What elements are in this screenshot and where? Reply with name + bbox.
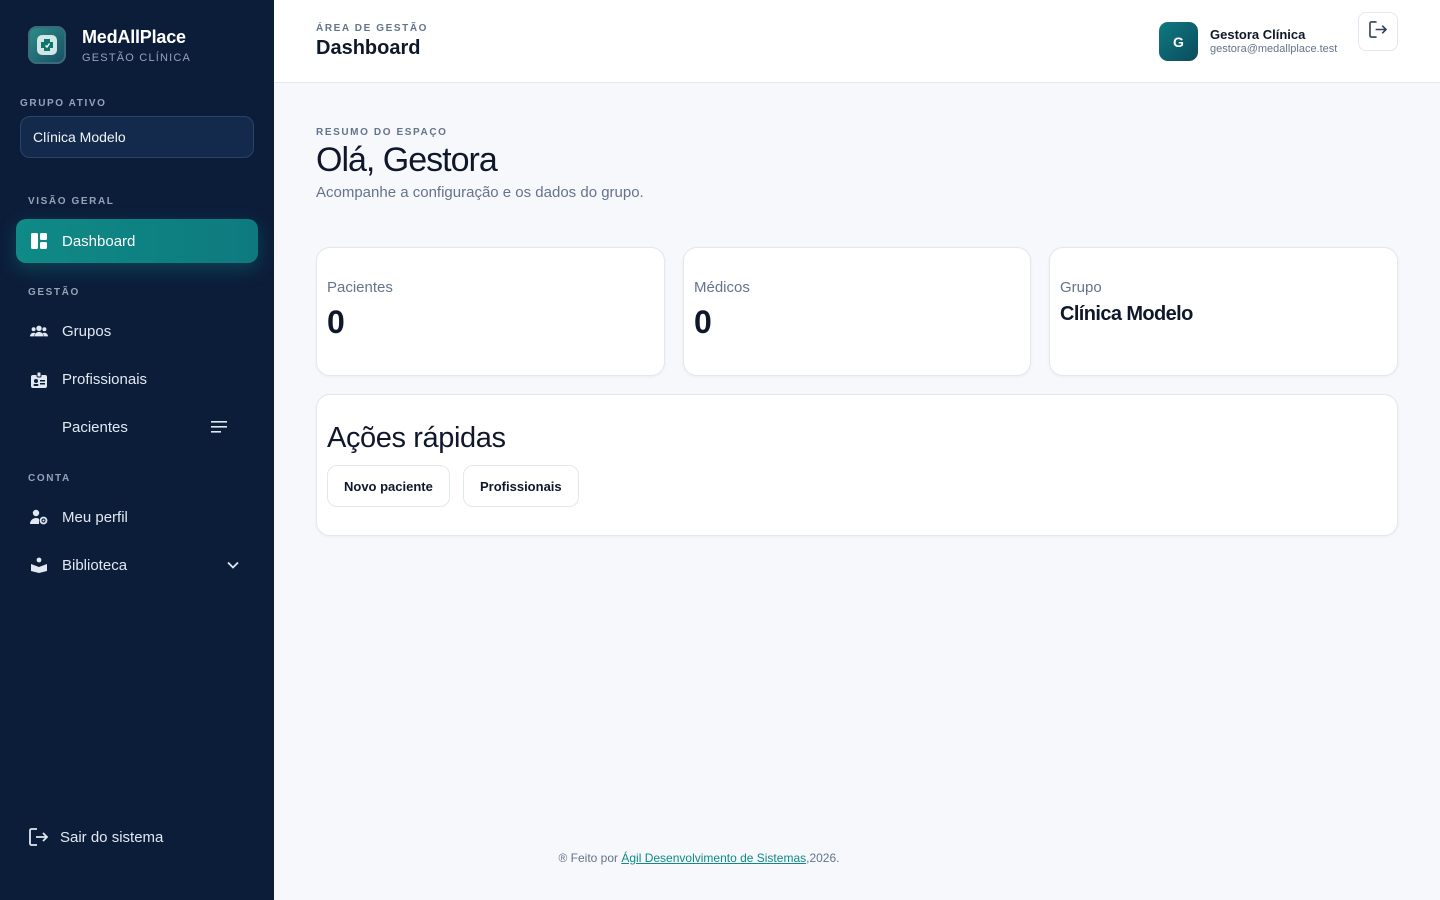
quick-actions-card: Ações rápidas Novo paciente Profissionai…: [316, 394, 1398, 536]
stat-card-group: Grupo Clínica Modelo: [1049, 247, 1398, 376]
stat-value: 0: [327, 304, 345, 340]
sidebar-item-label: Biblioteca: [62, 556, 128, 574]
sidebar-item-patients[interactable]: Pacientes: [16, 405, 258, 449]
stat-label: Grupo: [1060, 279, 1102, 296]
topbar: ÁREA DE GESTÃO Dashboard G Gestora Clíni…: [274, 0, 1440, 83]
medical-cross-icon: [28, 26, 66, 64]
stat-value: Clínica Modelo: [1060, 303, 1193, 325]
footer-prefix: ® Feito por: [558, 851, 622, 865]
user-email: gestora@medallplace.test: [1210, 43, 1338, 55]
menu-lines-icon[interactable]: [210, 418, 228, 436]
sidebar-item-profile[interactable]: Meu perfil: [16, 495, 258, 539]
footer-company-link[interactable]: Ágil Desenvolvimento de Sistemas: [621, 851, 806, 865]
greeting-title: Olá, Gestora: [316, 141, 498, 179]
stat-label: Médicos: [694, 279, 750, 296]
user-settings-icon: [30, 508, 48, 526]
sidebar-item-label: Pacientes: [62, 418, 128, 436]
stat-card-doctors: Médicos 0: [683, 247, 1031, 376]
quick-actions-title: Ações rápidas: [327, 422, 506, 454]
sidebar-logout-label: Sair do sistema: [60, 828, 164, 846]
section-overview-label: VISÃO GERAL: [28, 196, 115, 207]
sidebar-item-groups[interactable]: Grupos: [16, 309, 258, 353]
dashboard-icon: [30, 232, 48, 250]
brand-name: MedAllPlace: [82, 26, 186, 47]
header-logout-button[interactable]: [1358, 12, 1398, 51]
logout-icon: [28, 827, 48, 847]
chevron-down-icon[interactable]: [224, 556, 242, 574]
sidebar-item-library[interactable]: Biblioteca: [16, 543, 258, 587]
header-kicker: ÁREA DE GESTÃO: [316, 23, 429, 34]
section-management-label: GESTÃO: [28, 287, 80, 298]
new-patient-button[interactable]: Novo paciente: [327, 465, 450, 507]
sidebar-item-label: Dashboard: [62, 232, 136, 250]
sidebar-item-dashboard[interactable]: Dashboard: [16, 219, 258, 263]
section-account-label: CONTA: [28, 473, 71, 484]
sidebar-item-label: Grupos: [62, 322, 112, 340]
greeting-subtitle: Acompanhe a configuração e os dados do g…: [316, 184, 644, 201]
avatar[interactable]: G: [1159, 22, 1198, 61]
logout-icon: [1369, 20, 1388, 43]
sidebar: MedAllPlace GESTÃO CLÍNICA GRUPO ATIVO C…: [0, 0, 274, 900]
brand-subtitle: GESTÃO CLÍNICA: [82, 51, 192, 64]
brand[interactable]: MedAllPlace GESTÃO CLÍNICA: [28, 26, 191, 64]
professionals-button[interactable]: Profissionais: [463, 465, 579, 507]
book-icon: [30, 556, 48, 574]
sidebar-item-professionals[interactable]: Profissionais: [16, 357, 258, 401]
sidebar-logout-link[interactable]: Sair do sistema: [28, 827, 163, 847]
sidebar-item-label: Profissionais: [62, 370, 148, 388]
main-kicker: RESUMO DO ESPAÇO: [316, 127, 448, 138]
stat-value: 0: [694, 304, 712, 340]
user-name: Gestora Clínica: [1210, 27, 1306, 42]
footer-suffix: ,2026.: [806, 851, 840, 865]
stat-label: Pacientes: [327, 279, 393, 296]
active-group-select[interactable]: Clínica Modelo: [20, 116, 254, 158]
page-title: Dashboard: [316, 37, 421, 59]
stat-card-patients: Pacientes 0: [316, 247, 665, 376]
footer: ® Feito por Ágil Desenvolvimento de Sist…: [274, 851, 1124, 865]
badge-icon: [30, 370, 48, 388]
active-group-label: GRUPO ATIVO: [20, 98, 107, 109]
sidebar-item-label: Meu perfil: [62, 508, 128, 526]
groups-icon: [30, 322, 48, 340]
